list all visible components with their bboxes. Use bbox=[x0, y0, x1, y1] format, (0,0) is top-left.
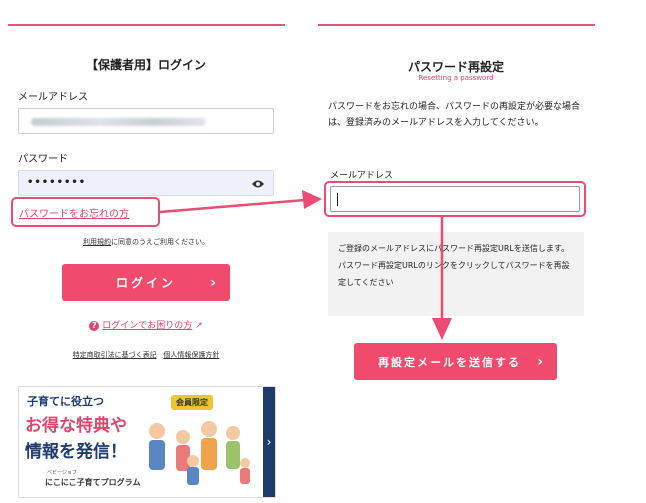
reset-notice: ご登録のメールアドレスにパスワード再設定URLを送信します。 パスワード再設定U… bbox=[328, 232, 584, 316]
reset-description: パスワードをお忘れの場合、パスワードの再設定が必要な場合は、登録済みのメールアド… bbox=[328, 102, 581, 128]
left-top-divider bbox=[8, 24, 285, 26]
eye-icon[interactable] bbox=[251, 179, 265, 189]
text-cursor bbox=[337, 193, 338, 206]
banner-line-2: お得な特典や bbox=[25, 416, 127, 436]
promo-banner[interactable]: 子育てに役立つ お得な特典や 情報を発信！ 会員限定 ベビージョブ にこにこ子育… bbox=[18, 386, 276, 498]
send-reset-email-button[interactable]: 再設定メールを送信する › bbox=[354, 343, 557, 380]
terms-link[interactable]: 利用規約 bbox=[83, 238, 111, 246]
banner-line-1: 子育てに役立つ bbox=[27, 395, 104, 408]
tokushoho-link[interactable]: 特定商取引法に基づく表記 bbox=[73, 351, 157, 359]
terms-notice: 利用規約に同意のうえご利用ください。 bbox=[18, 237, 274, 247]
banner-line-3: 情報を発信！ bbox=[25, 442, 127, 462]
banner-badge: 会員限定 bbox=[171, 395, 213, 410]
notice-line-1: ご登録のメールアドレスにパスワード再設定URLを送信します。 bbox=[338, 244, 570, 253]
arrow-head-right bbox=[302, 190, 322, 209]
blurred-email-value bbox=[31, 118, 206, 126]
right-top-divider bbox=[318, 24, 595, 26]
login-button-label: ログイン bbox=[115, 276, 176, 290]
login-button[interactable]: ログイン › bbox=[62, 264, 230, 301]
email-label: メールアドレス bbox=[18, 92, 88, 103]
reset-subtitle: Resetting a password bbox=[418, 74, 494, 82]
password-mask: •••••••• bbox=[27, 177, 87, 188]
arrow-forgot-to-email bbox=[159, 198, 306, 214]
banner-brand-small: ベビージョブ bbox=[47, 470, 77, 476]
chevron-right-icon: › bbox=[266, 435, 272, 449]
send-button-label: 再設定メールを送信する bbox=[378, 355, 521, 369]
login-password-input[interactable]: •••••••• bbox=[18, 170, 274, 196]
notice-line-2: パスワード再設定URLのリンクをクリックしてパスワードを再設定してください bbox=[338, 261, 570, 287]
login-email-input[interactable] bbox=[18, 108, 274, 134]
banner-next-arrow[interactable]: › bbox=[263, 387, 275, 497]
login-title: 【保護者用】ログイン bbox=[85, 58, 206, 72]
login-help[interactable]: ? ログインでお困りの方 ↗ bbox=[18, 318, 274, 331]
help-icon: ? bbox=[89, 321, 100, 331]
help-link[interactable]: ログインでお困りの方 bbox=[102, 321, 192, 331]
reset-email-input[interactable] bbox=[330, 186, 580, 212]
chevron-right-icon: › bbox=[210, 274, 216, 291]
reset-title: パスワード再設定 bbox=[407, 60, 504, 74]
password-label: パスワード bbox=[18, 154, 68, 165]
banner-brand: にこにこ子育てプログラム bbox=[45, 478, 141, 487]
external-link-icon: ↗ bbox=[195, 321, 203, 331]
arrow-head-down bbox=[432, 318, 452, 340]
privacy-policy-link[interactable]: 個人情報保護方針 bbox=[163, 351, 219, 359]
family-illustration bbox=[149, 421, 250, 485]
footer-links: 特定商取引法に基づく表記 個人情報保護方針 bbox=[18, 350, 274, 360]
forgot-password-link[interactable]: パスワードをお忘れの方 bbox=[19, 205, 129, 220]
chevron-right-icon: › bbox=[537, 353, 543, 370]
terms-text: に同意のうえご利用ください。 bbox=[111, 238, 209, 246]
reset-email-label: メールアドレス bbox=[330, 171, 394, 181]
